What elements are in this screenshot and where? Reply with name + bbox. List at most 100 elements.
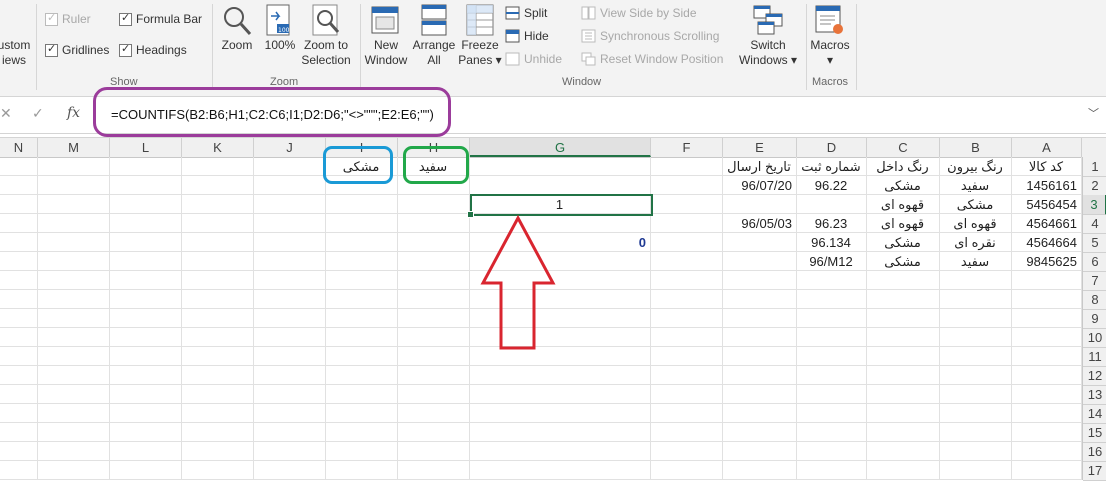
zoom-button[interactable]: Zoom	[216, 38, 258, 53]
row-header-11[interactable]: 11	[1083, 347, 1106, 367]
zoom-icon	[224, 7, 252, 36]
cell-a3[interactable]: 5456454	[1015, 195, 1077, 214]
row-header-4[interactable]: 4	[1083, 214, 1106, 234]
cancel-icon[interactable]: ✕	[0, 105, 12, 122]
ribbon: ustom iews ✓ Ruler ✓ Formula Bar ✓ Gridl…	[0, 0, 1106, 97]
macros-button[interactable]: Macros ▾	[805, 38, 855, 68]
row-header-14[interactable]: 14	[1083, 404, 1106, 424]
headings-checkbox[interactable]: ✓	[119, 43, 132, 57]
divider	[36, 4, 37, 90]
cell-c1[interactable]: رنگ داخل	[870, 157, 935, 176]
cell-a5[interactable]: 4564664	[1015, 233, 1077, 252]
column-header-j[interactable]: J	[254, 138, 326, 157]
cell-b3[interactable]: مشکی	[943, 195, 1007, 214]
split-button[interactable]: Split	[524, 6, 547, 20]
cell-b2[interactable]: سفید	[943, 176, 1007, 195]
cell-a2[interactable]: 1456161	[1015, 176, 1077, 195]
cell-e4[interactable]: 96/05/03	[726, 214, 792, 233]
synchronous-scrolling-icon	[581, 29, 596, 43]
cell-c6[interactable]: مشکی	[870, 252, 935, 271]
gridline	[181, 157, 182, 480]
row-header-7[interactable]: 7	[1083, 271, 1106, 291]
zoom-to-selection-button[interactable]: Zoom to Selection	[298, 38, 354, 68]
row-header-13[interactable]: 13	[1083, 385, 1106, 405]
ruler-checkbox[interactable]: ✓	[45, 12, 58, 26]
cell-a4[interactable]: 4564661	[1015, 214, 1077, 233]
cell-e2[interactable]: 96/07/20	[726, 176, 792, 195]
fill-handle[interactable]	[467, 211, 474, 218]
chevron-down-icon[interactable]: ﹀	[1088, 105, 1099, 121]
gridline	[0, 365, 1082, 366]
unhide-button[interactable]: Unhide	[524, 52, 562, 66]
row-header-1[interactable]: 1	[1083, 157, 1106, 177]
column-header-e[interactable]: E	[723, 138, 797, 157]
cell-b1[interactable]: رنگ بیرون	[943, 157, 1007, 176]
headings-label: Headings	[136, 43, 187, 57]
cell-d5[interactable]: 96.134	[800, 233, 862, 252]
column-header-f[interactable]: F	[651, 138, 723, 157]
row-header-12[interactable]: 12	[1083, 366, 1106, 386]
gridline	[109, 157, 110, 480]
arrange-all-icon	[421, 4, 447, 36]
gridline	[37, 157, 38, 480]
new-window-icon	[371, 6, 399, 34]
zoom-100-icon: 100	[266, 4, 290, 36]
row-header-17[interactable]: 17	[1083, 461, 1106, 481]
active-cell-selection[interactable]	[470, 194, 653, 216]
column-header-n[interactable]: N	[0, 138, 38, 157]
row-header-6[interactable]: 6	[1083, 252, 1106, 272]
gridline	[722, 157, 723, 480]
column-header-m[interactable]: M	[38, 138, 110, 157]
cell-e1[interactable]: تاریخ ارسال	[726, 157, 792, 176]
gridlines-label: Gridlines	[62, 43, 110, 57]
reset-window-position-button[interactable]: Reset Window Position	[600, 52, 723, 66]
new-window-button[interactable]: New Window	[362, 38, 410, 68]
arrange-all-button[interactable]: Arrange All	[410, 38, 458, 68]
gridlines-checkbox[interactable]: ✓	[45, 43, 58, 57]
row-header-2[interactable]: 2	[1083, 176, 1106, 196]
column-header-l[interactable]: L	[110, 138, 182, 157]
column-header-b[interactable]: B	[940, 138, 1012, 157]
row-header-15[interactable]: 15	[1083, 423, 1106, 443]
cell-c2[interactable]: مشکی	[870, 176, 935, 195]
row-header-9[interactable]: 9	[1083, 309, 1106, 329]
cell-b6[interactable]: سفید	[943, 252, 1007, 271]
cell-c5[interactable]: مشکی	[870, 233, 935, 252]
column-header-d[interactable]: D	[797, 138, 867, 157]
cell-a6[interactable]: 9845625	[1015, 252, 1077, 271]
zoom-100-button[interactable]: 100%	[262, 38, 298, 53]
switch-windows-button[interactable]: Switch Windows ▾	[736, 38, 800, 68]
column-header-k[interactable]: K	[182, 138, 254, 157]
cell-b4[interactable]: قهوه ای	[943, 214, 1007, 233]
cell-d1[interactable]: شماره ثبت	[800, 157, 862, 176]
formula-bar-label: Formula Bar	[136, 12, 203, 26]
column-header-g[interactable]: G	[470, 138, 651, 157]
insert-function-icon[interactable]: fx	[67, 105, 80, 121]
column-header-a[interactable]: A	[1012, 138, 1082, 157]
synchronous-scrolling-button[interactable]: Synchronous Scrolling	[600, 29, 719, 43]
cell-c4[interactable]: قهوه ای	[870, 214, 935, 233]
cell-d6[interactable]: 96/M12	[800, 252, 862, 271]
enter-icon[interactable]: ✓	[32, 105, 44, 122]
custom-views-button[interactable]: ustom iews	[0, 38, 32, 68]
cell-a1[interactable]: کد کالا	[1015, 157, 1077, 176]
row-header-5[interactable]: 5	[1083, 233, 1106, 253]
row-header-10[interactable]: 10	[1083, 328, 1106, 348]
view-side-by-side-button[interactable]: View Side by Side	[600, 6, 697, 20]
formula-bar-checkbox[interactable]: ✓	[119, 12, 132, 26]
freeze-panes-button[interactable]: Freeze Panes ▾	[456, 38, 504, 68]
cell-c3[interactable]: قهوه ای	[870, 195, 935, 214]
check-icon: ✓	[47, 12, 57, 24]
gridline	[0, 441, 1082, 442]
row-header-16[interactable]: 16	[1083, 442, 1106, 462]
row-header-3[interactable]: 3	[1083, 195, 1106, 215]
cell-b5[interactable]: نقره ای	[943, 233, 1007, 252]
column-header-c[interactable]: C	[867, 138, 940, 157]
column-header: NMLKJIHGFEDCBA	[0, 137, 1106, 158]
gridline	[0, 460, 1082, 461]
cell-d2[interactable]: 96.22	[800, 176, 862, 195]
up-arrow-annotation	[480, 215, 556, 350]
hide-button[interactable]: Hide	[524, 29, 549, 43]
cell-d4[interactable]: 96.23	[800, 214, 862, 233]
row-header-8[interactable]: 8	[1083, 290, 1106, 310]
